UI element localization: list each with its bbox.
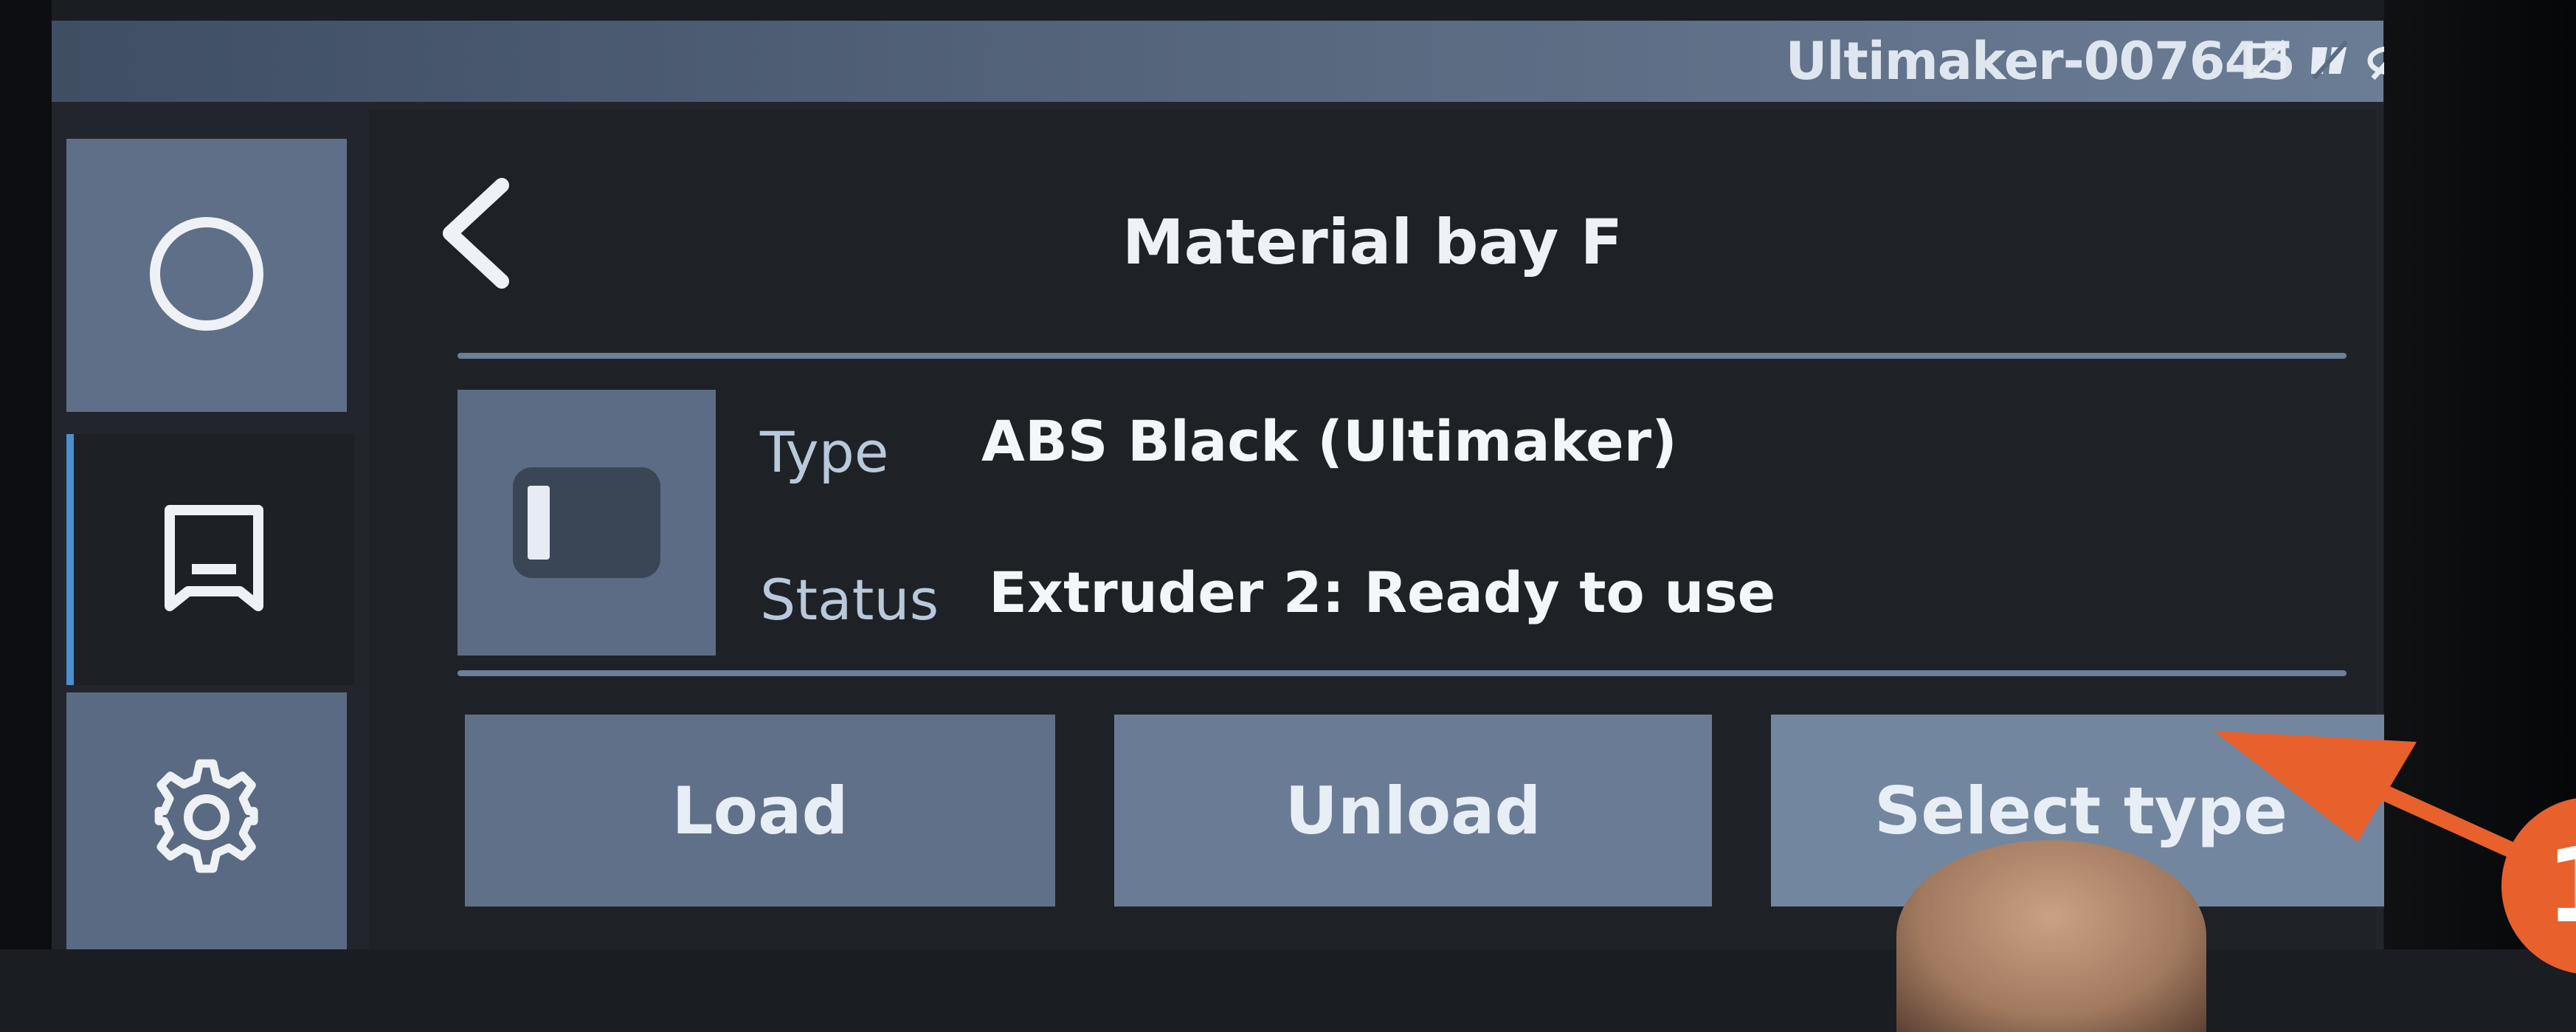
divider <box>457 353 2347 359</box>
callout-number: 1 <box>2546 826 2576 946</box>
status-bar: Ultimaker-007645 <box>52 21 2411 102</box>
material-station-icon <box>151 495 277 624</box>
type-value: ABS Black (Ultimaker) <box>981 408 1677 474</box>
status-label: Status <box>760 567 939 633</box>
printer-touchscreen: Ultimaker-007645 Material bay F Type ABS… <box>52 21 2411 1032</box>
sidebar <box>66 109 354 949</box>
status-value: Extruder 2: Ready to use <box>989 560 1776 625</box>
finger <box>1896 840 2206 1032</box>
device-name: Ultimaker-007645 <box>1785 31 2296 92</box>
gear-icon <box>144 757 269 885</box>
load-button[interactable]: Load <box>465 715 1055 907</box>
sidebar-item-settings[interactable] <box>66 692 347 949</box>
spool-icon <box>513 467 660 578</box>
wifi-off-icon <box>2245 35 2292 83</box>
material-bay-panel: Material bay F Type ABS Black (Ultimaker… <box>369 109 2391 949</box>
device-bezel-left <box>0 0 52 949</box>
ethernet-off-icon <box>2305 35 2352 83</box>
device-bezel-right <box>2384 0 2576 949</box>
circle-icon <box>144 211 269 340</box>
page-title: Material bay F <box>1122 206 1623 278</box>
divider <box>457 670 2347 676</box>
sidebar-item-material[interactable] <box>66 434 354 685</box>
material-swatch <box>457 390 716 656</box>
type-label: Type <box>760 419 889 485</box>
unload-button[interactable]: Unload <box>1114 715 1712 907</box>
sidebar-item-home[interactable] <box>66 139 347 412</box>
